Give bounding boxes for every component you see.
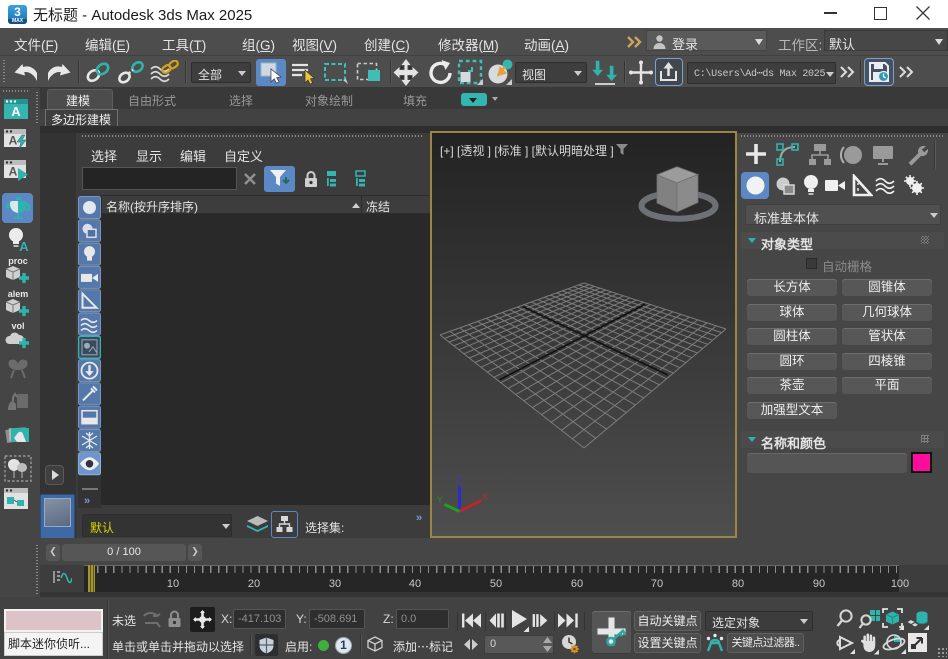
svg-text:Y: Y <box>437 495 443 505</box>
svg-text:A: A <box>9 134 18 148</box>
svg-text:A: A <box>11 104 21 119</box>
svg-text:A: A <box>9 165 18 179</box>
svg-text:Z: Z <box>457 475 463 485</box>
svg-text:A: A <box>19 239 29 252</box>
svg-text:X: X <box>482 492 488 502</box>
